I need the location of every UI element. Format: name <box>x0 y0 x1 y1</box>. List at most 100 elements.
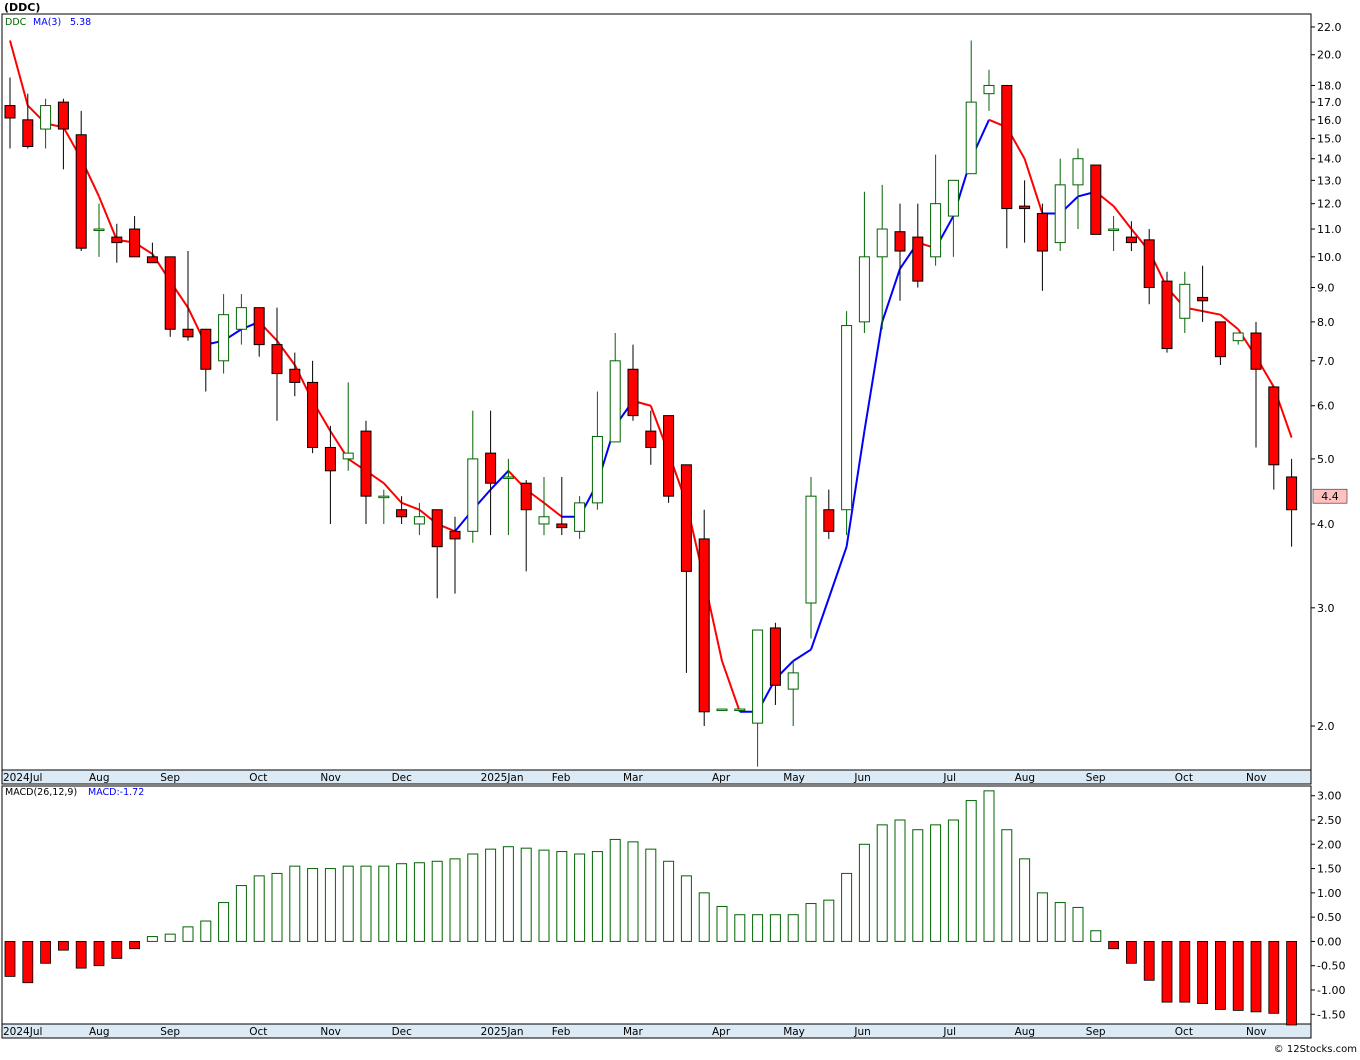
price-tick-label: 18.0 <box>1317 79 1342 92</box>
candle-body-up <box>609 360 621 443</box>
macd-bar-negative <box>22 941 34 984</box>
macd-bar-positive <box>307 868 319 942</box>
date-label: Jun <box>853 772 870 784</box>
date-label: Dec <box>392 1026 413 1038</box>
candle-body-down <box>289 368 301 383</box>
candle-body-down <box>360 430 372 497</box>
price-tick-label: 6.0 <box>1317 400 1335 413</box>
macd-tick-label: 3.00 <box>1317 790 1342 803</box>
date-label: Sep <box>160 1026 180 1038</box>
macd-bar-positive <box>627 841 639 942</box>
date-label: Feb <box>552 772 571 784</box>
macd-bar-negative <box>1143 941 1155 981</box>
macd-bar-positive <box>378 865 390 942</box>
macd-bar-positive <box>965 800 977 942</box>
macd-bar-positive <box>574 853 586 942</box>
candle-body-down <box>146 256 158 264</box>
price-tick-label: 2.0 <box>1317 720 1335 733</box>
macd-date-axis <box>1 1023 1312 1039</box>
macd-bar-positive <box>253 875 265 942</box>
macd-bar-positive <box>663 860 675 942</box>
candle-body-up <box>1072 158 1084 186</box>
macd-bar-negative <box>40 941 51 964</box>
date-label: Nov <box>1246 772 1267 784</box>
price-date-axis <box>1 769 1312 785</box>
price-tick-label: 17.0 <box>1317 96 1342 109</box>
macd-bar-positive <box>485 848 497 942</box>
date-label: Aug <box>89 1026 110 1038</box>
macd-bar-positive <box>538 849 550 942</box>
date-label: Sep <box>1086 772 1106 784</box>
macd-bar-positive <box>1072 906 1084 942</box>
candle-body-up <box>591 435 603 504</box>
candle-body-up <box>965 101 977 175</box>
candle-body-up <box>40 105 52 130</box>
macd-bar-negative <box>1108 941 1119 950</box>
price-tick-label: 11.0 <box>1317 223 1342 236</box>
candle-body-up <box>1179 283 1191 319</box>
macd-tick-label: 1.50 <box>1317 863 1342 876</box>
date-label: Nov <box>320 1026 341 1038</box>
macd-bar-negative <box>93 941 105 967</box>
macd-bar-negative <box>1232 941 1244 1011</box>
candle-body-down <box>75 134 87 249</box>
candle-body-down <box>894 231 906 252</box>
candle-body-down <box>1268 386 1280 466</box>
macd-bar-positive <box>698 892 710 942</box>
stock-chart: 2.0 3.0 4.0 5.0 6.0 7.0 8.0 9.0 10.0 11.0 12.0 13.0… <box>0 0 1360 1060</box>
candle-body-down <box>1161 280 1173 350</box>
candle-body-down <box>253 307 265 346</box>
date-label: Feb <box>552 1026 571 1038</box>
macd-tick-label: 2.00 <box>1317 838 1342 851</box>
price-tick-label: 12.0 <box>1317 198 1342 211</box>
macd-bar-positive <box>591 851 603 942</box>
candle-body-down <box>449 530 461 540</box>
macd-bar-positive <box>1019 858 1031 942</box>
date-label: May <box>783 1026 805 1038</box>
candle-body-up <box>716 708 728 712</box>
candle-body-down <box>57 101 69 130</box>
candle-body-down <box>1143 239 1155 289</box>
macd-tick-label: -1.00 <box>1317 984 1345 997</box>
macd-bar-positive <box>218 902 230 942</box>
date-label: Mar <box>623 1026 643 1038</box>
candle-body-down <box>1125 236 1137 244</box>
candle-body-down <box>396 509 408 518</box>
candle-body-down <box>556 523 568 529</box>
candle-body-up <box>1108 228 1120 232</box>
price-tick-label: 16.0 <box>1317 114 1342 127</box>
macd-tick-label: 0.00 <box>1317 935 1342 948</box>
candle-body-up <box>218 314 230 362</box>
candle-body-down <box>129 228 141 258</box>
macd-bar-negative <box>1126 941 1137 964</box>
date-label: Nov <box>1246 1026 1267 1038</box>
candle-body-up <box>787 672 799 690</box>
macd-bar-negative <box>1286 941 1297 1026</box>
macd-bar-positive <box>556 851 568 942</box>
candle-body-up <box>858 256 870 323</box>
candle-body-down <box>1197 296 1209 302</box>
date-label: Aug <box>1015 1026 1036 1038</box>
legend-ma-value: 5.38 <box>70 17 91 28</box>
macd-bar-positive <box>983 790 995 942</box>
macd-tick-label: -1.50 <box>1317 1008 1345 1021</box>
price-tick-label: 8.0 <box>1317 316 1335 329</box>
candle-body-up <box>413 516 425 525</box>
chart-svg: 2.0 3.0 4.0 5.0 6.0 7.0 8.0 9.0 10.0 11.0 12.0 13.0… <box>1 1 1357 1055</box>
candle-body-up <box>752 629 764 724</box>
macd-bar-positive <box>182 926 194 942</box>
date-label: Oct <box>249 772 267 784</box>
candle-body-down <box>164 256 176 330</box>
legend-ticker: DDC <box>5 17 27 28</box>
macd-tick-label: 1.00 <box>1317 887 1342 900</box>
macd-bar-positive <box>342 865 354 942</box>
candle-body-up <box>930 203 942 258</box>
candle-body-up <box>467 458 479 532</box>
date-label: 2025Jan <box>481 772 524 784</box>
macd-bar-positive <box>912 829 924 942</box>
price-tick-label: 9.0 <box>1317 282 1335 295</box>
date-label: Nov <box>320 772 341 784</box>
price-tick-label: 15.0 <box>1317 133 1342 146</box>
date-label: May <box>783 772 805 784</box>
macd-bar-negative <box>129 941 141 950</box>
